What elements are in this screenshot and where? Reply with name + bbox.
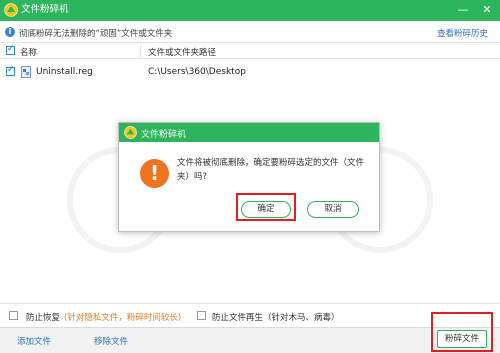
prevent-regen-checkbox[interactable] (197, 311, 206, 320)
view-history-link[interactable]: 查看粉碎历史 (437, 27, 488, 39)
minimize-button[interactable]: — (454, 1, 472, 19)
reg-file-icon (21, 66, 31, 78)
info-message: 彻底粉碎无法删除的“顽固”文件或文件夹 (19, 29, 173, 39)
warning-icon: ! (140, 159, 169, 188)
info-icon: i (5, 27, 15, 37)
prevent-recover-hint: (针对隐私文件，粉碎时间较长) (64, 313, 182, 323)
dialog-logo-icon (124, 126, 137, 139)
prevent-recover-checkbox[interactable] (9, 311, 18, 320)
close-button[interactable]: ✕ (478, 1, 496, 19)
cancel-button[interactable]: 取消 (307, 201, 359, 218)
file-name: Uninstall.reg (36, 67, 93, 77)
info-bar: i 彻底粉碎无法删除的“顽固”文件或文件夹 查看粉碎历史 (0, 21, 500, 43)
title-bar: 文件粉碎机 — ✕ (0, 0, 500, 21)
dialog-message: 文件将被彻底删除，确定要粉碎选定的文件（文件夹）吗? (177, 158, 365, 182)
add-file-button[interactable]: 添加文件 (17, 335, 51, 347)
dialog-title-bar: 文件粉碎机 (119, 123, 379, 142)
bottom-bar: 添加文件 移除文件 (0, 327, 500, 353)
file-path: C:\Users\360\Desktop (148, 67, 246, 77)
remove-file-button[interactable]: 移除文件 (94, 335, 128, 347)
highlight-ok-box (236, 193, 296, 221)
select-all-checkbox[interactable] (6, 44, 15, 55)
prevent-regen-label[interactable]: 防止文件再生（针对木马、病毒） (212, 311, 340, 323)
file-table-header: 名称 文件或文件夹路径 (0, 43, 500, 59)
row-checkbox[interactable] (6, 65, 15, 76)
prevent-recover-label[interactable]: 防止恢复 (26, 311, 60, 323)
app-logo-icon (4, 3, 18, 17)
column-header-name[interactable]: 名称 (20, 46, 37, 58)
column-header-path[interactable]: 文件或文件夹路径 (148, 46, 216, 58)
options-bar: 防止恢复 (针对隐私文件，粉碎时间较长) 防止文件再生（针对木马、病毒） (0, 303, 500, 327)
column-divider[interactable] (140, 45, 141, 57)
table-row[interactable]: Uninstall.reg C:\Users\360\Desktop (0, 63, 500, 81)
highlight-shred-box (431, 312, 493, 352)
window-title: 文件粉碎机 (21, 4, 69, 15)
dialog-title: 文件粉碎机 (141, 130, 187, 140)
